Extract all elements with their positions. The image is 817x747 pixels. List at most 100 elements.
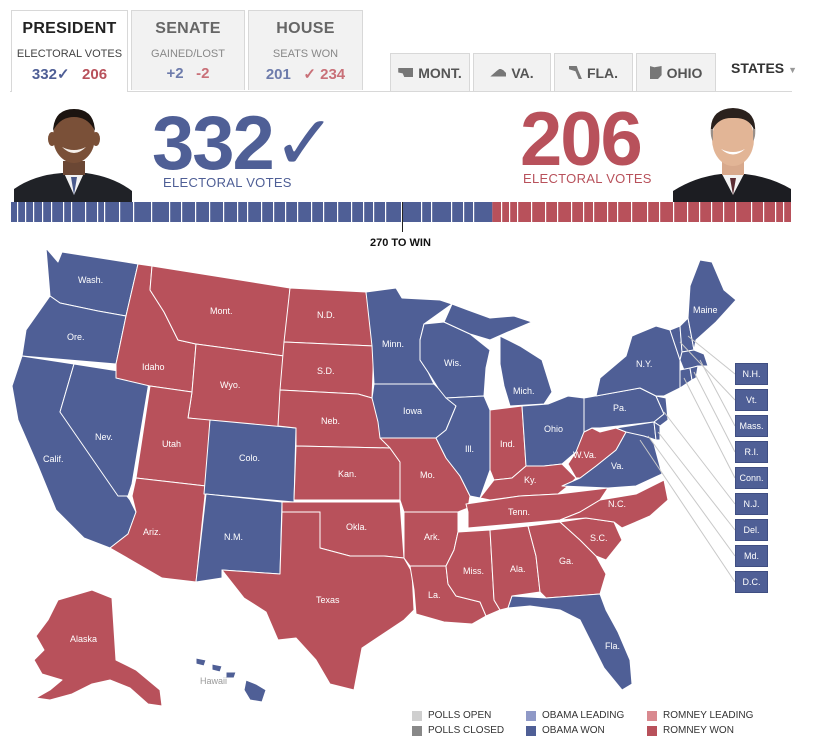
vote-bar-divider	[607, 202, 609, 222]
house-dem-seats: 201	[265, 66, 291, 83]
label-arkansas: Ark.	[424, 532, 440, 542]
vote-bar-divider	[631, 202, 633, 222]
vote-bar-divider	[501, 202, 503, 222]
small-state-massachusetts[interactable]: Mass.	[735, 415, 768, 437]
vote-bar-divider	[273, 202, 275, 222]
label-virginia: Va.	[611, 461, 624, 471]
state-button-montana-label: MONT.	[418, 64, 462, 81]
senate-rep-change: -2	[196, 65, 210, 82]
checkmark-icon: ✓	[272, 101, 337, 186]
vote-bar-divider	[735, 202, 737, 222]
label-new-york: N.Y.	[636, 359, 652, 369]
vote-bar-divider	[617, 202, 619, 222]
label-wisconsin: Wis.	[444, 358, 462, 368]
vote-bar-divider	[42, 202, 44, 222]
label-nebraska: Neb.	[321, 416, 340, 426]
label-montana: Mont.	[210, 306, 233, 316]
vote-bar-divider	[509, 202, 511, 222]
vote-bar-divider	[311, 202, 313, 222]
vote-bar-divider	[583, 202, 585, 222]
small-state-rhode-island[interactable]: R.I.	[735, 441, 768, 463]
label-north-carolina: N.C.	[608, 499, 626, 509]
vote-bar-divider	[783, 202, 785, 222]
vote-bar-divider	[451, 202, 453, 222]
vote-bar-divider	[763, 202, 765, 222]
vote-bar-divider	[751, 202, 753, 222]
states-dropdown-label: STATES	[731, 60, 785, 76]
small-state-dc[interactable]: D.C.	[735, 571, 768, 593]
vote-bar-divider	[421, 202, 423, 222]
label-north-dakota: N.D.	[317, 310, 335, 320]
vote-bar-divider	[545, 202, 547, 222]
state-button-virginia[interactable]: VA.	[473, 53, 551, 91]
vote-bar-divider	[593, 202, 595, 222]
legend-romney-leading-label: ROMNEY LEADING	[663, 710, 754, 721]
label-tennessee: Tenn.	[508, 507, 530, 517]
state-button-virginia-label: VA.	[511, 64, 534, 81]
tab-senate[interactable]: SENATE GAINED/LOST +2 -2	[131, 10, 245, 90]
tab-president-subtitle: ELECTORAL VOTES	[16, 48, 123, 60]
romney-electoral-number: 206	[520, 97, 643, 182]
vote-bar-divider	[673, 202, 675, 222]
vote-bar-divider	[63, 202, 65, 222]
label-west-virginia: W.Va.	[573, 450, 596, 460]
vote-bar-divider	[531, 202, 533, 222]
vote-bar-divider	[25, 202, 27, 222]
vote-bar-divider	[571, 202, 573, 222]
label-georgia: Ga.	[559, 556, 574, 566]
swatch-romney-won	[647, 725, 657, 736]
vote-bar-divider	[133, 202, 135, 222]
vote-bar-divider	[33, 202, 35, 222]
legend-polls-open: POLLS OPEN	[412, 710, 491, 721]
label-kentucky: Ky.	[524, 475, 536, 485]
state-button-florida-label: FLA.	[586, 64, 619, 81]
small-state-vermont[interactable]: Vt.	[735, 389, 768, 411]
legend-polls-closed-label: POLLS CLOSED	[428, 725, 505, 736]
small-state-delaware[interactable]: Del.	[735, 519, 768, 541]
legend-romney-leading: ROMNEY LEADING	[647, 710, 753, 721]
state-button-ohio[interactable]: OHIO	[636, 53, 716, 91]
swatch-polls-closed	[412, 725, 422, 736]
vote-bar-divider	[431, 202, 433, 222]
label-michigan: Mich.	[513, 386, 535, 396]
obama-electoral-label: ELECTORAL VOTES	[163, 175, 292, 190]
vote-bar-divider	[723, 202, 725, 222]
small-state-new-hampshire[interactable]: N.H.	[735, 363, 768, 385]
state-alaska[interactable]	[33, 589, 163, 707]
label-maine: Maine	[693, 305, 718, 315]
legend-obama-leading-label: OBAMA LEADING	[542, 710, 625, 721]
romney-portrait	[673, 103, 791, 203]
label-new-mexico: N.M.	[224, 532, 243, 542]
vote-bar-divider	[195, 202, 197, 222]
senate-dem-change: +2	[166, 65, 184, 82]
montana-shape-icon	[398, 68, 414, 77]
tab-house-title: HOUSE	[276, 20, 335, 37]
tab-president[interactable]: PRESIDENT ELECTORAL VOTES 332✓ 206	[11, 10, 128, 92]
label-illinois: Ill.	[465, 444, 474, 454]
vote-bar-divider	[285, 202, 287, 222]
legend-polls-open-label: POLLS OPEN	[428, 710, 492, 721]
tab-house[interactable]: HOUSE SEATS WON 201 ✓ 234	[248, 10, 363, 90]
swatch-romney-leading	[647, 710, 657, 721]
small-state-connecticut[interactable]: Conn.	[735, 467, 768, 489]
small-state-new-jersey[interactable]: N.J.	[735, 493, 768, 515]
vote-bar-divider	[237, 202, 239, 222]
romney-vote-segment	[492, 202, 791, 222]
small-state-maryland[interactable]: Md.	[735, 545, 768, 567]
swatch-polls-open	[412, 710, 422, 721]
state-button-montana[interactable]: MONT.	[390, 53, 470, 91]
vote-bar-divider	[223, 202, 225, 222]
state-button-florida[interactable]: FLA.	[554, 53, 633, 91]
label-washington: Wash.	[78, 275, 103, 285]
tab-senate-title: SENATE	[155, 20, 221, 37]
legend-obama-won: OBAMA WON	[526, 725, 605, 736]
romney-electoral-small: 206	[82, 66, 108, 83]
label-oklahoma: Okla.	[346, 522, 367, 532]
vote-bar-divider	[247, 202, 249, 222]
state-button-ohio-label: OHIO	[666, 64, 703, 81]
vote-bar-divider	[557, 202, 559, 222]
states-dropdown[interactable]: STATES ▼	[731, 60, 797, 76]
florida-shape-icon	[568, 66, 582, 79]
vote-bar-divider	[517, 202, 519, 222]
label-louisiana: La.	[428, 590, 441, 600]
